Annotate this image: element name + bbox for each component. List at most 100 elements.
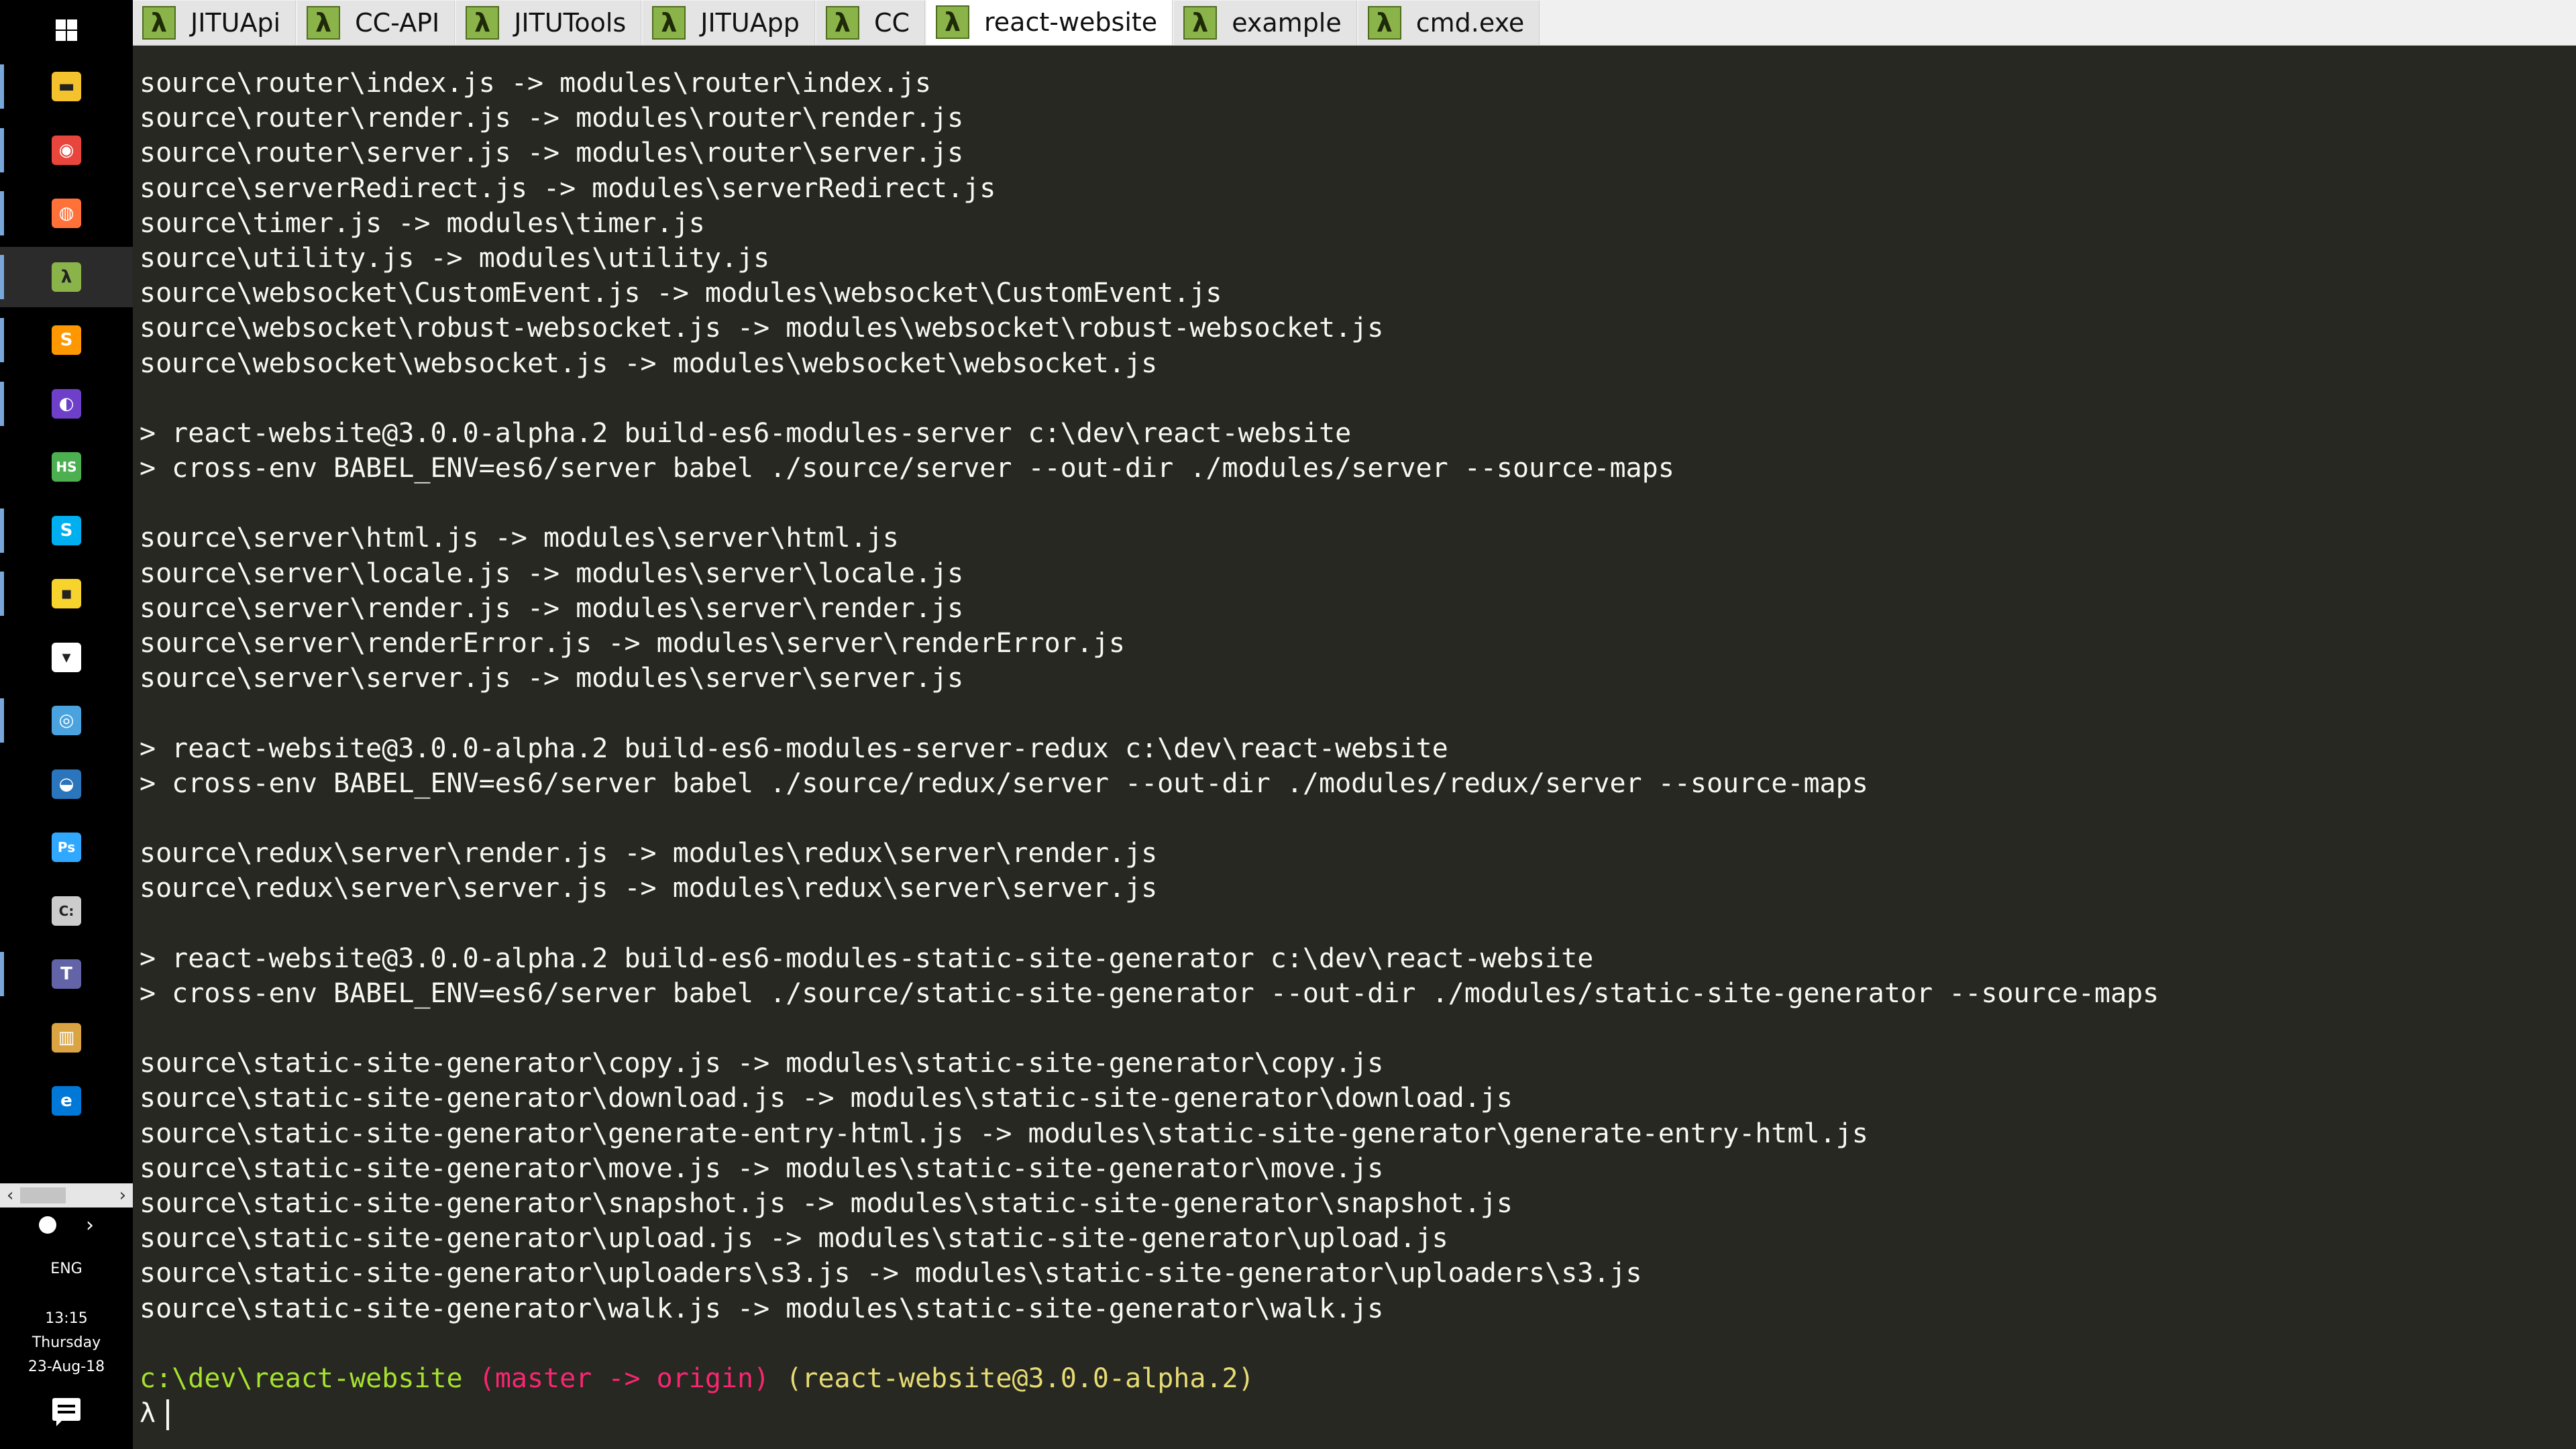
output-line: > react-website@3.0.0-alpha.2 build-es6-… xyxy=(140,733,1448,764)
taskbar-app-eye[interactable]: ◎ xyxy=(0,690,133,751)
output-line: > react-website@3.0.0-alpha.2 build-es6-… xyxy=(140,417,1352,449)
output-line: source\websocket\websocket.js -> modules… xyxy=(140,347,1158,379)
firefox-icon: ◍ xyxy=(52,199,81,228)
output-line: source\static-site-generator\snapshot.js… xyxy=(140,1188,1513,1219)
terminal-window[interactable]: source\router\index.js -> modules\router… xyxy=(133,46,2576,1449)
system-tray: › ENG 13:15 Thursday 23-Aug-18 xyxy=(0,1208,133,1379)
taskbar-app-photoshop[interactable]: Ps xyxy=(0,817,133,877)
taskbar-app-github-desktop[interactable]: ◐ xyxy=(0,374,133,434)
output-line: source\timer.js -> modules\timer.js xyxy=(140,207,705,239)
language-indicator[interactable]: ENG xyxy=(0,1256,133,1283)
command-input-line[interactable]: λ xyxy=(140,1396,2568,1431)
github-icon: ◐ xyxy=(52,388,81,419)
tab-react-website[interactable]: λ react-website xyxy=(926,0,1173,45)
output-line: source\router\render.js -> modules\route… xyxy=(140,103,964,134)
taskbar-app-sublime-text[interactable]: S xyxy=(0,310,133,370)
terminal-output: source\router\index.js -> modules\router… xyxy=(140,66,2568,1431)
output-lines: source\router\index.js -> modules\router… xyxy=(140,66,2568,1361)
windows-start-icon[interactable] xyxy=(0,0,133,60)
prompt-path: c:\dev\react-website xyxy=(140,1362,463,1394)
taskbar-app-fox[interactable]: ▾ xyxy=(0,627,133,688)
prompt-lambda-symbol: λ xyxy=(140,1398,156,1430)
taskbar-app-steam[interactable]: ◒ xyxy=(0,754,133,814)
output-line: > cross-env BABEL_ENV=es6/server babel .… xyxy=(140,767,1868,799)
tab-label: CC-API xyxy=(355,8,440,38)
tab-label: CC xyxy=(873,8,910,38)
tab-label: JITUApi xyxy=(191,8,281,38)
output-line: source\server\locale.js -> modules\serve… xyxy=(140,557,964,589)
output-line: source\redux\server\render.js -> modules… xyxy=(140,838,1158,869)
taskbar-app-skype[interactable]: S xyxy=(0,500,133,561)
tab-jituapi[interactable]: λ JITUApi xyxy=(133,1,297,45)
taskbar-app-chrome[interactable]: ◉ xyxy=(0,120,133,180)
folder-icon: ▬ xyxy=(52,72,81,101)
prompt-package: (react-website@3.0.0-alpha.2) xyxy=(786,1362,1254,1394)
tab-cc-api[interactable]: λ CC-API xyxy=(297,1,455,45)
output-line: source\static-site-generator\walk.js -> … xyxy=(140,1293,1384,1324)
output-line: source\server\render.js -> modules\serve… xyxy=(140,592,964,624)
lambda-icon: λ xyxy=(652,6,686,40)
text-cursor xyxy=(166,1399,170,1431)
clock-day: Thursday xyxy=(32,1334,101,1351)
tray-chevron-icon[interactable]: › xyxy=(86,1214,94,1237)
output-line: source\router\index.js -> modules\router… xyxy=(140,68,932,99)
prompt-line: c:\dev\react-website (master -> origin) … xyxy=(140,1361,2568,1396)
tab-cc[interactable]: λ CC xyxy=(816,1,926,45)
tab-jituapp[interactable]: λ JITUApp xyxy=(643,1,815,45)
action-center-icon[interactable] xyxy=(52,1398,80,1426)
output-line: source\websocket\robust-websocket.js -> … xyxy=(140,313,1384,344)
output-line: source\static-site-generator\move.js -> … xyxy=(140,1152,1384,1184)
output-line: source\server\renderError.js -> modules\… xyxy=(140,628,1126,659)
taskbar-app-edge[interactable]: e xyxy=(0,1071,133,1131)
tab-cmd-exe[interactable]: λ cmd.exe xyxy=(1358,1,1540,45)
tab-label: react-website xyxy=(984,7,1158,37)
taskbar-app-sticky[interactable]: ▪ xyxy=(0,564,133,624)
lambda-icon: λ xyxy=(1183,6,1218,40)
output-line: source\redux\server\server.js -> modules… xyxy=(140,873,1158,904)
taskbar-app-library[interactable]: ▥ xyxy=(0,1008,133,1068)
teams-icon: T xyxy=(52,959,81,989)
lambda-icon: λ xyxy=(142,6,176,40)
taskbar-scrollbar[interactable]: ‹ › xyxy=(0,1183,133,1208)
taskbar: ▬ ◉ ◍ λ S ◐ HS S ▪ ▾ ◎ ◒ Ps C: T ▥ e ‹ › › ENG 13:15 Thu… xyxy=(0,0,133,1449)
eye-icon: ◎ xyxy=(52,706,81,735)
fox-icon: ▾ xyxy=(52,642,81,672)
library-icon: ▥ xyxy=(52,1022,81,1053)
scrollbar-thumb[interactable] xyxy=(20,1187,66,1203)
clock[interactable]: 13:15 Thursday 23-Aug-18 xyxy=(0,1307,133,1379)
output-line: source\router\server.js -> modules\route… xyxy=(140,138,964,169)
edge-icon: e xyxy=(52,1086,81,1116)
taskbar-app-teams[interactable]: T xyxy=(0,944,133,1004)
prompt-git-branch: (master -> origin) xyxy=(478,1362,770,1394)
tab-label: JITUApp xyxy=(700,8,800,38)
output-line: source\websocket\CustomEvent.js -> modul… xyxy=(140,278,1222,309)
taskbar-app-cmder[interactable]: λ xyxy=(0,246,133,307)
tab-example[interactable]: λ example xyxy=(1174,1,1357,45)
clock-time: 13:15 xyxy=(45,1310,88,1327)
hs-icon: HS xyxy=(52,452,81,482)
scroll-right-icon[interactable]: › xyxy=(119,1185,126,1205)
tab-jitutools[interactable]: λ JITUTools xyxy=(456,1,642,45)
output-line: > cross-env BABEL_ENV=es6/server babel .… xyxy=(140,453,1674,484)
tab-label: cmd.exe xyxy=(1415,8,1525,38)
windows-logo-icon xyxy=(56,19,77,41)
lambda-icon: λ xyxy=(466,6,500,40)
taskbar-app-file-explorer[interactable]: ▬ xyxy=(0,56,133,117)
output-line: > cross-env BABEL_ENV=es6/server babel .… xyxy=(140,977,2159,1009)
output-line: source\static-site-generator\copy.js -> … xyxy=(140,1048,1384,1079)
taskbar-app-hubstaff[interactable]: HS xyxy=(0,437,133,497)
output-line: > react-website@3.0.0-alpha.2 build-es6-… xyxy=(140,943,1594,974)
photoshop-icon: Ps xyxy=(52,833,81,862)
taskbar-app-firefox[interactable]: ◍ xyxy=(0,183,133,244)
scroll-left-icon[interactable]: ‹ xyxy=(7,1185,13,1205)
output-line: source\static-site-generator\uploaders\s… xyxy=(140,1258,1642,1289)
console-tab-strip: λ JITUApi λ CC-API λ JITUTools λ JITUApp λ CC λ rea… xyxy=(133,0,2576,46)
status-dot-icon[interactable] xyxy=(39,1216,56,1234)
taskbar-app-command-prompt[interactable]: C: xyxy=(0,881,133,941)
